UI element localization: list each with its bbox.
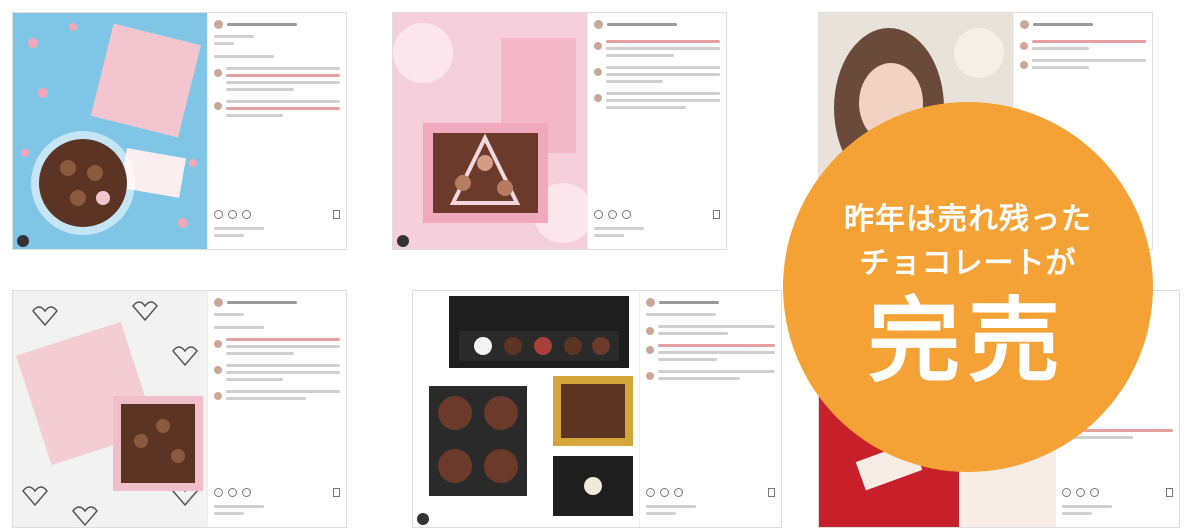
comment — [646, 370, 775, 380]
heart-icon[interactable] — [1062, 488, 1071, 497]
instagram-post-card-1[interactable] — [12, 12, 347, 250]
comment-icon[interactable] — [228, 488, 237, 497]
photo-illustration — [13, 291, 207, 527]
avatar[interactable] — [214, 340, 222, 348]
avatar[interactable] — [214, 102, 222, 110]
bookmark-icon[interactable] — [333, 488, 340, 497]
avatar[interactable] — [1020, 61, 1028, 69]
post-actions — [214, 210, 340, 219]
share-icon[interactable] — [622, 210, 631, 219]
sold-out-badge: 昨年は売れ残った チョコレートが 完売 — [783, 102, 1153, 472]
comment — [594, 40, 720, 57]
avatar[interactable] — [646, 327, 654, 335]
share-icon[interactable] — [242, 488, 251, 497]
comment — [214, 338, 340, 355]
avatar[interactable] — [594, 68, 602, 76]
comment — [214, 100, 340, 117]
heart-icon[interactable] — [214, 210, 223, 219]
comment — [214, 364, 340, 381]
avatar[interactable] — [594, 94, 602, 102]
photo-illustration — [393, 13, 587, 249]
bookmark-icon[interactable] — [768, 488, 775, 497]
share-icon[interactable] — [1090, 488, 1099, 497]
avatar[interactable] — [646, 346, 654, 354]
comment — [594, 66, 720, 83]
post-header — [646, 295, 775, 309]
avatar[interactable] — [1020, 42, 1028, 50]
heart-icon[interactable] — [646, 488, 655, 497]
post-actions — [214, 488, 340, 497]
bookmark-icon[interactable] — [713, 210, 720, 219]
comment — [646, 344, 775, 361]
instagram-post-card-5[interactable] — [412, 290, 782, 528]
share-icon[interactable] — [242, 210, 251, 219]
post-header — [214, 295, 340, 309]
comment-icon[interactable] — [228, 210, 237, 219]
instagram-post-card-2[interactable] — [392, 12, 727, 250]
comment — [214, 67, 340, 91]
badge-sold-out-text: 完売 — [867, 288, 1068, 395]
post-photo-pink-gift-box — [393, 13, 587, 249]
comment — [214, 390, 340, 400]
post-actions — [646, 488, 775, 497]
post-sidebar — [207, 13, 346, 249]
share-icon[interactable] — [674, 488, 683, 497]
bookmark-icon[interactable] — [333, 210, 340, 219]
avatar[interactable] — [214, 19, 223, 29]
photo-illustration — [413, 291, 639, 527]
post-sidebar — [587, 13, 726, 249]
avatar[interactable] — [214, 366, 222, 374]
badge-line-1: 昨年は売れ残った — [844, 202, 1092, 237]
avatar[interactable] — [1020, 19, 1029, 29]
comment-icon[interactable] — [1076, 488, 1085, 497]
avatar[interactable] — [594, 19, 603, 29]
post-photo-pink-box-chocolates — [13, 13, 207, 249]
comment — [1020, 40, 1146, 50]
badge-line-2: チョコレートが — [859, 246, 1077, 281]
post-photo-assorted-chocolate-boxes — [413, 291, 639, 527]
post-header — [214, 17, 340, 31]
avatar[interactable] — [646, 372, 654, 380]
avatar[interactable] — [646, 297, 655, 307]
avatar[interactable] — [214, 297, 223, 307]
heart-icon[interactable] — [214, 488, 223, 497]
comment — [1020, 59, 1146, 69]
heart-icon[interactable] — [594, 210, 603, 219]
avatar[interactable] — [214, 392, 222, 400]
post-header — [1020, 17, 1146, 31]
photo-illustration — [13, 13, 207, 249]
bookmark-icon[interactable] — [1166, 488, 1173, 497]
post-sidebar — [639, 291, 781, 527]
comment — [594, 92, 720, 109]
avatar[interactable] — [214, 69, 222, 77]
post-photo-box-on-heart-pattern — [13, 291, 207, 527]
post-actions — [594, 210, 720, 219]
comment-icon[interactable] — [608, 210, 617, 219]
post-header — [594, 17, 720, 31]
post-sidebar — [207, 291, 346, 527]
comment-icon[interactable] — [660, 488, 669, 497]
post-actions — [1062, 488, 1173, 497]
comment — [646, 325, 775, 335]
avatar[interactable] — [594, 42, 602, 50]
instagram-post-card-4[interactable] — [12, 290, 347, 528]
